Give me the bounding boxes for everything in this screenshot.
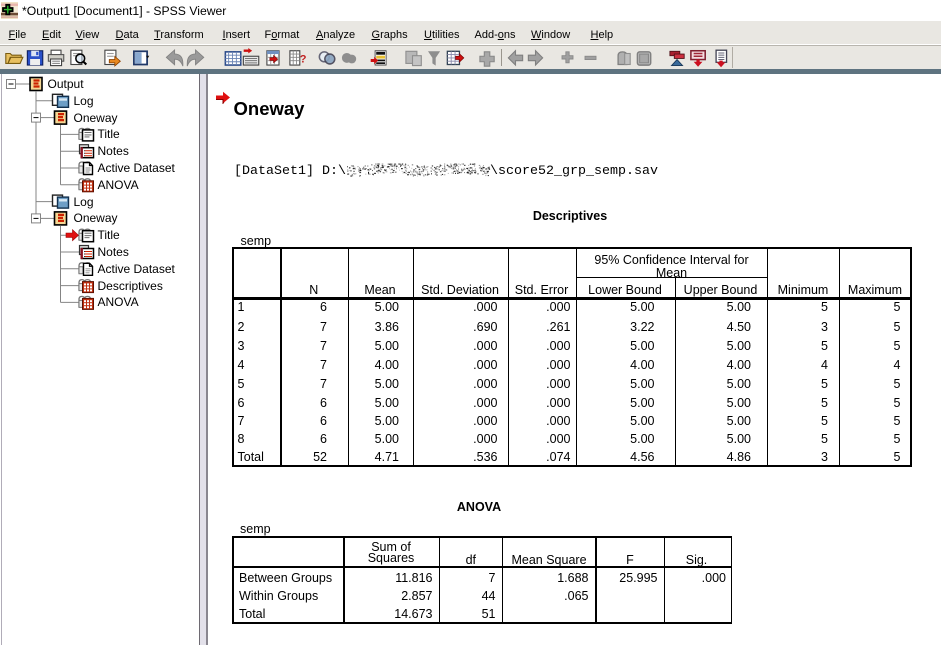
svg-text:?: ? [300,53,307,65]
